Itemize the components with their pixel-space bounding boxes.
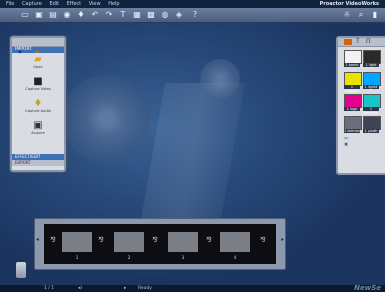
left-panel-header: ◆ ▰ [12, 38, 64, 55]
clip-thumb-bomb[interactable] [344, 50, 362, 64]
capture-video-label: Capture Video [25, 87, 51, 91]
storyboard-frame-3[interactable] [168, 232, 198, 252]
toolbar: ▭ ▣ ▤ ◉ ♦ ↶ ↷ T ▦ ▩ ◍ ◈ ? ☼ ⌕ ▮ [0, 8, 385, 23]
mic-icon[interactable]: ♦ [76, 10, 86, 20]
text-icon[interactable]: T [118, 10, 128, 20]
page-indicator: 1 / 1 [44, 286, 55, 291]
frame-number-1: 1 [75, 255, 79, 260]
undo-icon[interactable]: ↶ [90, 10, 100, 20]
clips-tab-icon[interactable] [344, 39, 352, 45]
right-panel-header: T Π [338, 38, 385, 47]
storyboard-frame-4[interactable] [220, 232, 250, 252]
open-item[interactable]: ▰ Open [12, 55, 64, 75]
save-icon[interactable]: ▣ [34, 10, 44, 20]
storyboard-film: ⅋ 1 ⅋ 2 ⅋ 3 ⅋ 4 ⅋ [44, 224, 276, 264]
bulb-icon[interactable]: ☼ [342, 10, 352, 20]
storyboard-strip: ◂ ⅋ 1 ⅋ 2 ⅋ 3 ⅋ 4 ⅋ ▸ [34, 218, 286, 270]
transition-slot-2[interactable]: ⅋ [94, 236, 108, 248]
film-icon[interactable]: ▤ [48, 10, 58, 20]
frame-number-3: 3 [181, 255, 185, 260]
watermark-logo: NewSe [354, 284, 381, 292]
play-icon[interactable]: ▸ [124, 285, 126, 292]
capture-audio-item[interactable]: ♦ Capture Audio [12, 99, 64, 119]
menu-edit[interactable]: Edit [49, 0, 59, 8]
menu-help[interactable]: Help [108, 0, 119, 8]
text-tab-icon[interactable]: T [356, 38, 360, 45]
status-bar: 1 / 1 ◂) ▸ Ready [0, 285, 385, 292]
trash-bin-icon[interactable] [16, 262, 26, 278]
effects-tab-icon[interactable]: Π [366, 38, 371, 45]
acquire-item[interactable]: ▣ Acquire [12, 121, 64, 141]
microphone-icon: ♦ [33, 98, 43, 109]
transition-slot-3[interactable]: ⅋ [148, 236, 162, 248]
folder-icon[interactable]: ▭ [20, 10, 30, 20]
clip-label-light4: 1 light4 [363, 85, 379, 89]
right-library-panel: T Π 1 bomb 1 light 1 hiappell 1 light4 1… [336, 36, 385, 175]
frame-number-4: 4 [233, 255, 237, 260]
clip-label-logo: 1 logo [344, 107, 360, 111]
app-title: Proactor VideoWorks [319, 1, 379, 7]
tab-export[interactable]: EXPORT [12, 160, 64, 166]
transition-slot-1[interactable]: ⅋ [46, 236, 60, 248]
library-delete-icon[interactable]: ✖ [344, 142, 348, 148]
clip-thumb-timenow[interactable] [363, 94, 381, 108]
transition-slot-5[interactable]: ⅋ [256, 236, 270, 248]
clip-label-hiappell: 1 hiappell [344, 85, 360, 93]
open-label: Open [33, 65, 43, 69]
audio-icon[interactable]: ◍ [160, 10, 170, 20]
speaker-icon[interactable]: ◂) [78, 285, 82, 292]
menu-view[interactable]: View [89, 0, 101, 8]
storyboard-next-icon[interactable]: ▸ [281, 236, 284, 243]
menu-bar: File Capture Edit Effect View Help Proac… [0, 0, 385, 8]
left-tool-panel: ◆ ▰ IMPORT ▰ Open ■ Capture Video ♦ Capt… [10, 36, 66, 172]
clip-thumb-light4[interactable] [363, 72, 381, 86]
storyboard-frame-1[interactable] [62, 232, 92, 252]
clip-thumb-logo[interactable] [344, 94, 362, 108]
video-camera-icon: ■ [33, 76, 43, 87]
storyboard-prev-icon[interactable]: ◂ [36, 236, 39, 243]
redo-icon[interactable]: ↷ [104, 10, 114, 20]
menu-capture[interactable]: Capture [22, 0, 42, 8]
clip-label-timenow: 1 timenow [363, 107, 379, 115]
transition-slot-4[interactable]: ⅋ [202, 236, 216, 248]
help-icon[interactable]: ? [190, 10, 200, 20]
menu-effect[interactable]: Effect [67, 0, 81, 8]
film-reel-small-decoration [200, 59, 240, 99]
acquire-label: Acquire [31, 131, 45, 135]
clip-thumb-oldman[interactable] [344, 116, 362, 130]
clip-thumb-light[interactable] [363, 50, 381, 64]
clip-label-bomb: 1 bomb [344, 63, 360, 67]
clip-label-oldman: 1 oldman [344, 129, 360, 133]
scanner-icon: ▣ [33, 120, 43, 131]
clip-label-youth: 1 youth [363, 129, 379, 133]
grid-icon[interactable]: ▩ [146, 10, 156, 20]
clip-thumb-youth[interactable] [363, 116, 381, 130]
film-reel-decoration [62, 75, 150, 163]
frame-number-2: 2 [127, 255, 131, 260]
settings-icon[interactable]: ◈ [174, 10, 184, 20]
storyboard-frame-2[interactable] [114, 232, 144, 252]
clip-thumb-hiappell[interactable] [344, 72, 362, 86]
capture-audio-label: Capture Audio [25, 109, 51, 113]
folder-icon: ▰ [34, 54, 42, 65]
image-icon[interactable]: ▦ [132, 10, 142, 20]
capture-video-item[interactable]: ■ Capture Video [12, 77, 64, 97]
menu-file[interactable]: File [6, 0, 14, 8]
library-tools: ✂ ✖ [344, 136, 348, 148]
clip-label-light: 1 light [363, 63, 379, 67]
zoom-icon[interactable]: ⌕ [356, 10, 366, 20]
camera-icon[interactable]: ◉ [62, 10, 72, 20]
status-text: Ready [138, 286, 152, 291]
trash-icon[interactable]: ▮ [370, 10, 380, 20]
